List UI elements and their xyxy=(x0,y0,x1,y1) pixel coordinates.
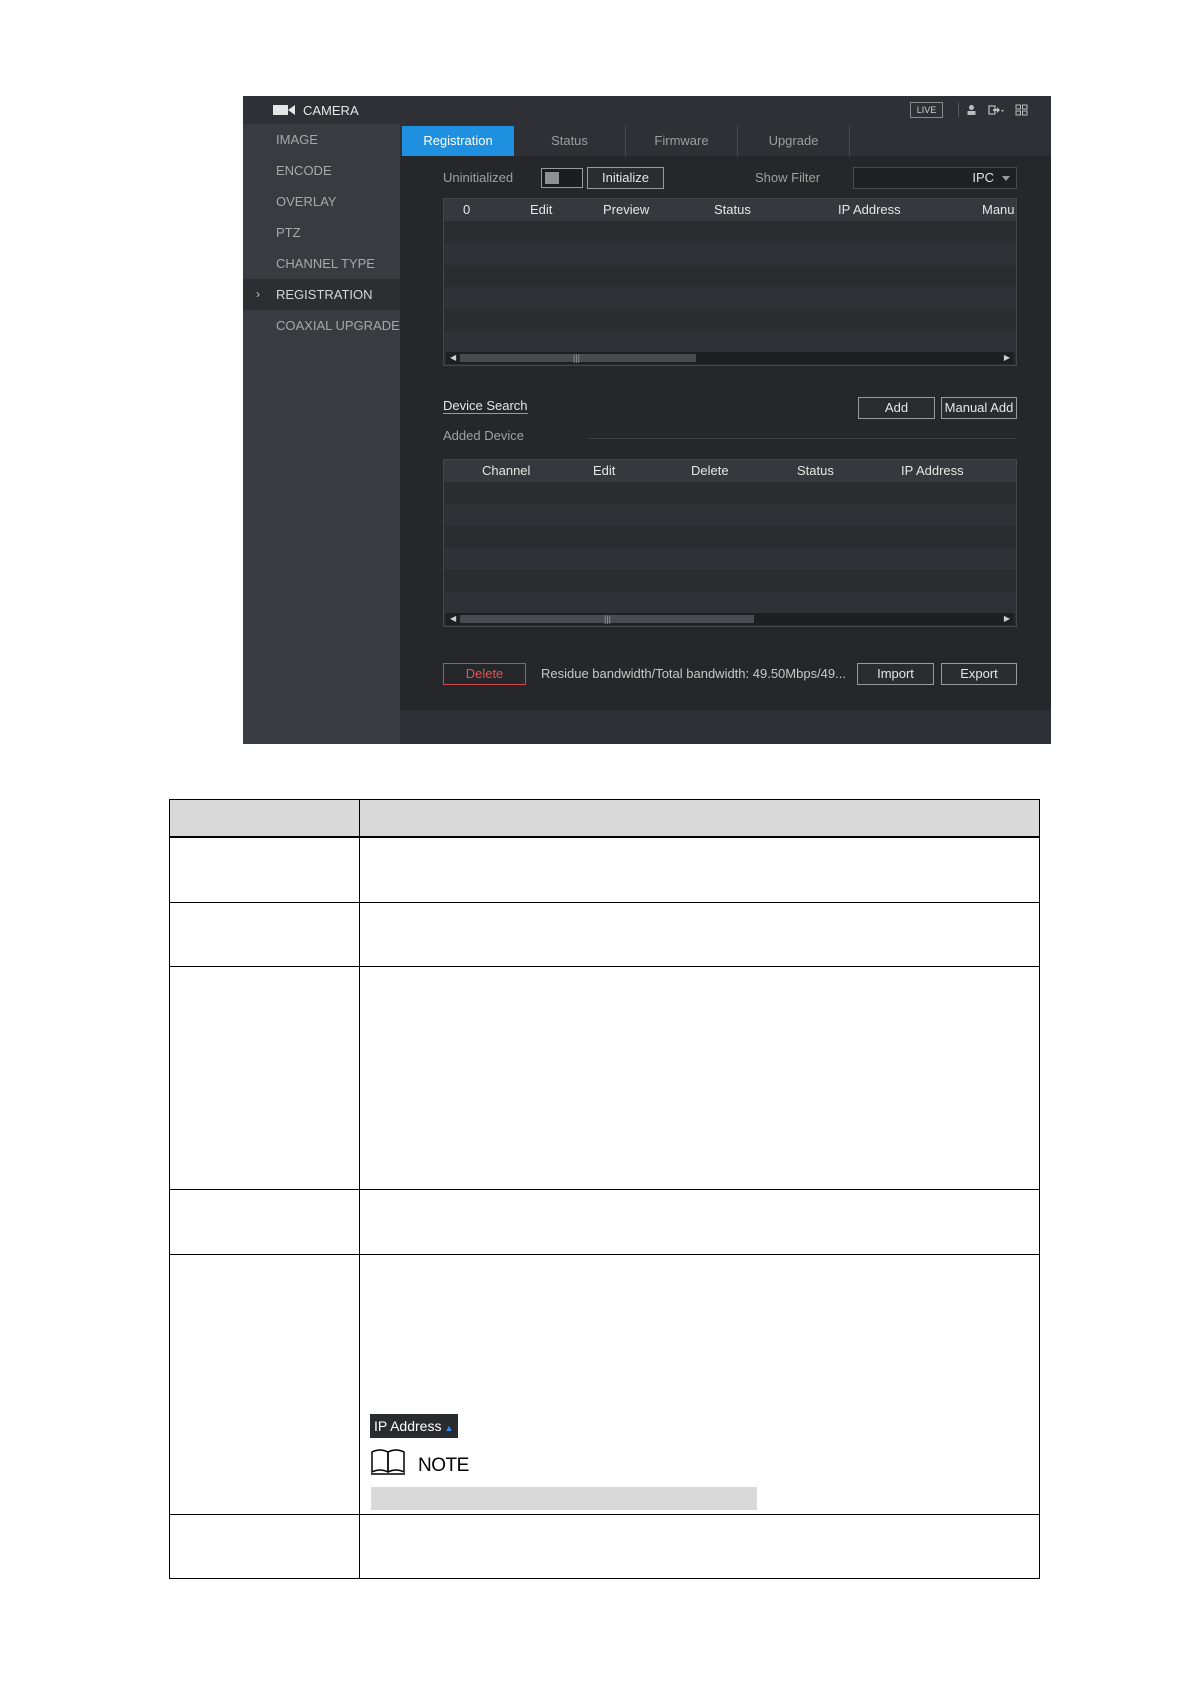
import-button[interactable]: Import xyxy=(857,663,934,685)
tab-upgrade[interactable]: Upgrade xyxy=(738,126,850,156)
row-divider xyxy=(169,966,1040,967)
manual-add-button[interactable]: Manual Add xyxy=(941,397,1017,419)
sidebar-item-label: OVERLAY xyxy=(276,194,337,209)
show-filter-label: Show Filter xyxy=(755,170,821,185)
toggle-knob xyxy=(545,172,559,184)
camera-icon xyxy=(273,105,295,115)
table-header xyxy=(169,799,1040,837)
table-row[interactable] xyxy=(444,331,1016,353)
column-header[interactable]: Preview xyxy=(603,202,649,217)
sidebar-item-label: ENCODE xyxy=(276,163,332,178)
delete-button[interactable]: Delete xyxy=(443,663,526,685)
table-header: 0 Edit Preview Status IP Address Manu xyxy=(444,199,1016,221)
row-divider xyxy=(169,902,1040,903)
row-divider xyxy=(169,837,1040,838)
sidebar-item-channel-type[interactable]: CHANNEL TYPE xyxy=(243,248,400,279)
scroll-right-icon[interactable]: ▶ xyxy=(1004,352,1010,364)
sidebar-item-ptz[interactable]: PTZ xyxy=(243,217,400,248)
column-header[interactable]: Delete xyxy=(691,463,729,478)
ip-address-sort-chip: IP Address ▲ xyxy=(370,1414,458,1438)
tab-firmware[interactable]: Firmware xyxy=(626,126,738,156)
column-header[interactable]: Manu xyxy=(982,202,1015,217)
table-row[interactable] xyxy=(444,309,1016,331)
search-result-table: 0 Edit Preview Status IP Address Manu ◀ … xyxy=(443,198,1017,366)
chevron-down-icon xyxy=(1002,176,1010,181)
scroll-right-icon[interactable]: ▶ xyxy=(1004,613,1010,625)
table-border xyxy=(169,1578,1040,1579)
column-header[interactable]: Channel xyxy=(482,463,530,478)
table-row[interactable] xyxy=(444,482,1016,504)
sidebar: IMAGE ENCODE OVERLAY PTZ CHANNEL TYPE › … xyxy=(243,124,400,744)
initialize-button[interactable]: Initialize xyxy=(587,167,664,189)
tab-bar: Registration Status Firmware Upgrade xyxy=(400,124,1051,156)
added-device-label: Added Device xyxy=(443,428,524,443)
tab-registration[interactable]: Registration xyxy=(402,126,514,156)
row-divider xyxy=(169,1254,1040,1255)
note-placeholder-bar xyxy=(371,1487,757,1510)
sidebar-item-label: REGISTRATION xyxy=(276,287,373,302)
table-row[interactable] xyxy=(444,570,1016,592)
column-header[interactable]: Status xyxy=(714,202,751,217)
bandwidth-status: Residue bandwidth/Total bandwidth: 49.50… xyxy=(541,666,846,681)
horizontal-scrollbar[interactable]: ◀ ||| ▶ xyxy=(446,613,1014,625)
filter-select-value: IPC xyxy=(972,170,994,185)
scroll-left-icon[interactable]: ◀ xyxy=(450,613,456,625)
tab-status[interactable]: Status xyxy=(514,126,626,156)
table-row[interactable] xyxy=(444,526,1016,548)
chevron-right-icon: › xyxy=(256,287,260,301)
sidebar-item-coaxial-upgrade[interactable]: COAXIAL UPGRADE xyxy=(243,310,400,341)
window-title: CAMERA xyxy=(303,103,359,118)
note-book-icon xyxy=(371,1449,405,1475)
table-row[interactable] xyxy=(444,243,1016,265)
logout-icon[interactable] xyxy=(988,104,1005,116)
row-divider xyxy=(169,1514,1040,1515)
horizontal-scrollbar[interactable]: ◀ ||| ▶ xyxy=(446,352,1014,364)
user-icon[interactable] xyxy=(965,104,978,116)
table-row[interactable] xyxy=(444,287,1016,309)
filter-select[interactable]: IPC xyxy=(853,167,1017,189)
sidebar-item-registration[interactable]: › REGISTRATION xyxy=(243,279,400,310)
column-header[interactable]: Edit xyxy=(530,202,552,217)
device-search-button[interactable]: Device Search xyxy=(443,398,528,414)
row-divider xyxy=(169,1189,1040,1190)
grip-icon: ||| xyxy=(573,353,581,363)
column-header[interactable]: IP Address xyxy=(901,463,964,478)
table-row[interactable] xyxy=(444,265,1016,287)
table-row[interactable] xyxy=(444,592,1016,614)
sidebar-item-label: IMAGE xyxy=(276,132,318,147)
grip-icon: ||| xyxy=(604,614,612,624)
grid-icon[interactable] xyxy=(1015,104,1028,116)
bottom-bar xyxy=(400,710,1051,744)
column-header[interactable]: Edit xyxy=(593,463,615,478)
uninitialized-label: Uninitialized xyxy=(443,170,514,185)
table-row[interactable] xyxy=(444,221,1016,243)
added-device-table: Channel Edit Delete Status IP Address ◀ … xyxy=(443,459,1017,627)
uninitialized-toggle[interactable] xyxy=(541,168,583,188)
camera-registration-screenshot: CAMERA LIVE IMAGE ENCODE OVERLAY PTZ CHA… xyxy=(243,96,1051,744)
table-row[interactable] xyxy=(444,548,1016,570)
column-header[interactable]: IP Address xyxy=(838,202,901,217)
sidebar-item-image[interactable]: IMAGE xyxy=(243,124,400,155)
scroll-left-icon[interactable]: ◀ xyxy=(450,352,456,364)
sidebar-item-label: COAXIAL UPGRADE xyxy=(276,318,400,333)
ip-address-label: IP Address xyxy=(374,1418,442,1434)
table-row[interactable] xyxy=(444,504,1016,526)
note-label: NOTE xyxy=(418,1455,469,1476)
sort-up-icon: ▲ xyxy=(444,1423,454,1433)
export-button[interactable]: Export xyxy=(941,663,1017,685)
registration-content: Uninitialized Initialize Show Filter IPC… xyxy=(400,156,1051,710)
sidebar-item-overlay[interactable]: OVERLAY xyxy=(243,186,400,217)
parameter-table xyxy=(169,799,1040,1579)
sidebar-item-label: CHANNEL TYPE xyxy=(276,256,375,271)
sidebar-item-encode[interactable]: ENCODE xyxy=(243,155,400,186)
sidebar-item-label: PTZ xyxy=(276,225,301,240)
toolbar-divider xyxy=(958,103,959,117)
column-header[interactable]: Status xyxy=(797,463,834,478)
table-header: Channel Edit Delete Status IP Address xyxy=(444,460,1016,482)
section-divider xyxy=(588,438,1017,439)
add-button[interactable]: Add xyxy=(858,397,935,419)
column-header[interactable]: 0 xyxy=(463,202,470,217)
title-bar: CAMERA LIVE xyxy=(243,96,1051,124)
live-button[interactable]: LIVE xyxy=(910,102,943,118)
